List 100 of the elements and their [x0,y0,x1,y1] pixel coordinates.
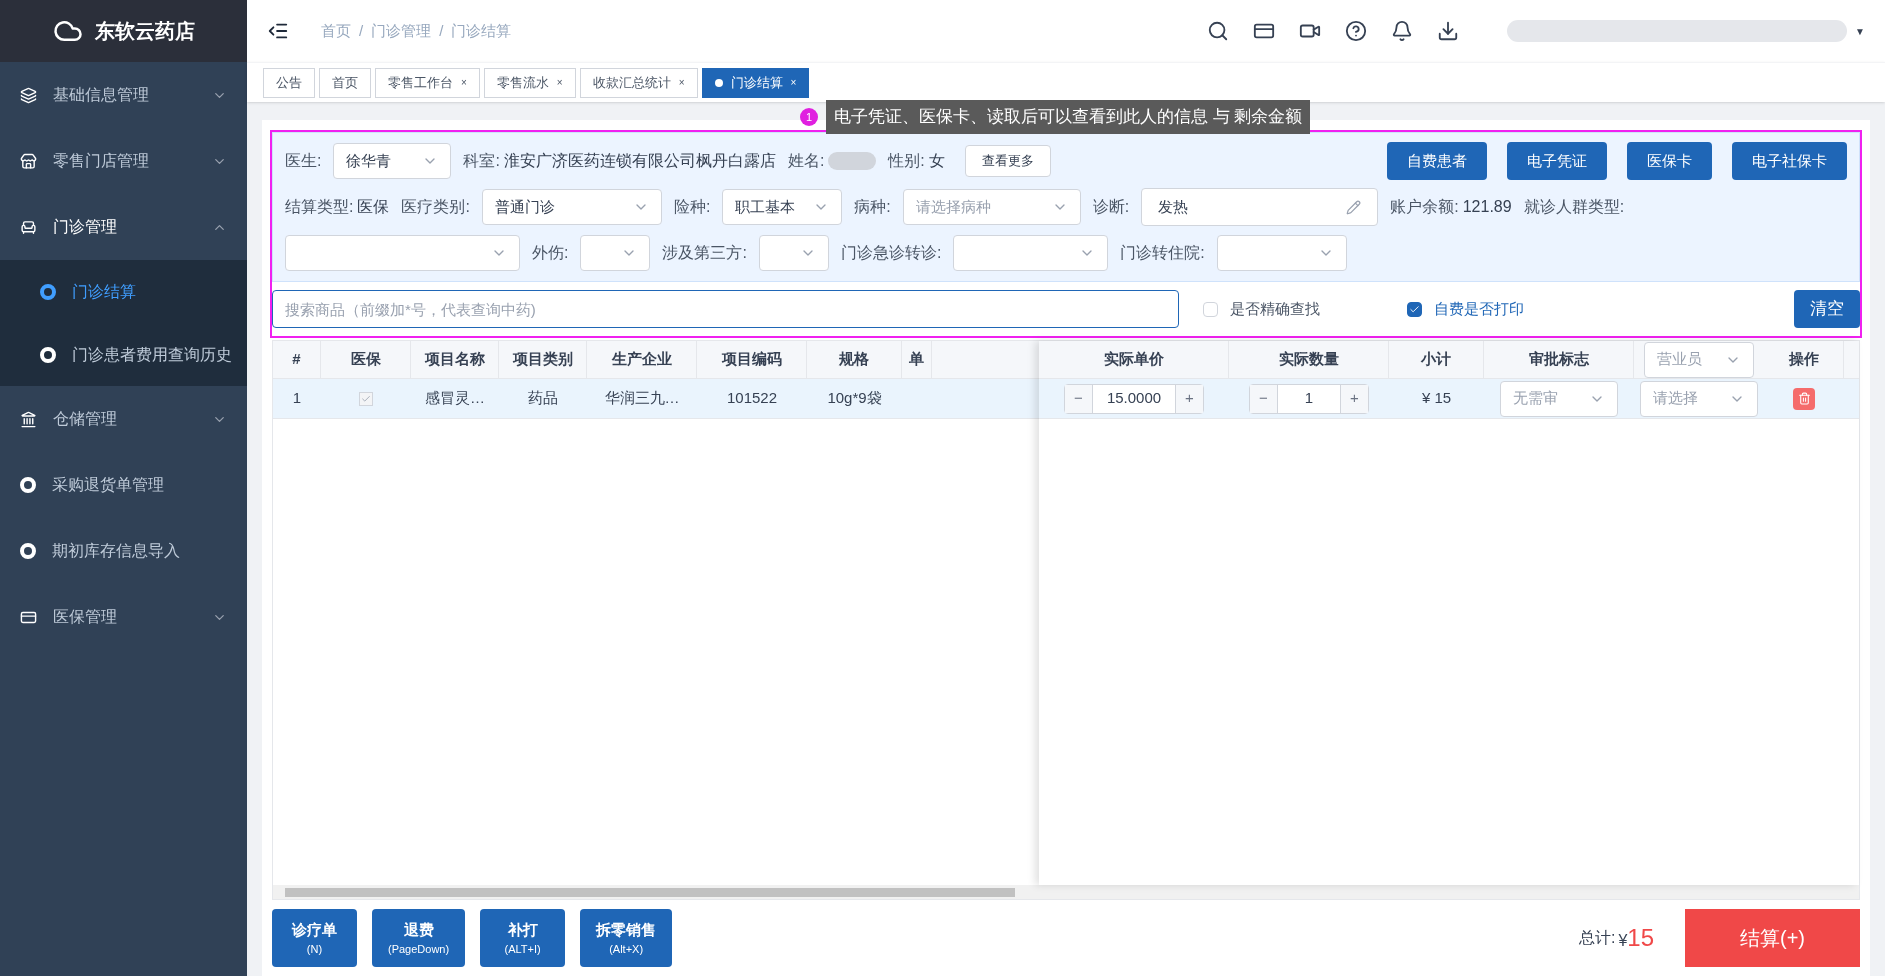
field-label: 医生: [285,151,322,171]
table-cell-text: 101522 [725,388,779,409]
gender-value: 女 [928,151,945,171]
field-label: 姓名: [787,151,825,171]
column-header: 实际单价 [1039,341,1229,378]
breadcrumb-separator: / [359,20,364,41]
field-label: 医疗类别: [401,197,470,217]
column-header: 实际数量 [1229,341,1389,378]
close-icon[interactable]: × [556,75,563,90]
submenu-item[interactable]: 门诊患者费用查询历史 [0,323,247,386]
field-label: 病种: [854,197,891,217]
card-read-button[interactable]: 自费患者 [1387,142,1487,180]
layers-icon [20,86,37,104]
number-stepper[interactable]: − 1 + [1249,383,1369,414]
card-read-button[interactable]: 医保卡 [1627,142,1712,180]
bell-icon[interactable] [1391,20,1414,42]
close-icon[interactable]: × [461,75,467,90]
brand-name: 东软云药店 [94,19,195,44]
field-label: 结算类型: [285,197,354,217]
clear-button[interactable]: 清空 [1794,290,1860,328]
page-tab[interactable]: 首页 [319,67,371,98]
action-button[interactable]: 退费 (PageDown) [372,909,466,967]
field-label: 科室: [463,151,500,171]
settle-button[interactable]: 结算(+) [1685,909,1860,967]
checkbox-label: 自费是否打印 [1434,298,1524,319]
view-more-button[interactable]: 查看更多 [964,145,1051,177]
column-header: 生产企业 [587,341,697,378]
close-icon[interactable]: × [678,75,685,90]
sidebar-item[interactable]: 医保管理 [0,584,247,650]
dept-value: 淮安广济医药连锁有限公司枫丹白露店 [503,151,776,171]
table-cell-text: 10g*9袋 [826,388,883,409]
field-label: 门诊转住院: [1120,243,1205,263]
card-read-button[interactable]: 电子社保卡 [1732,142,1847,180]
sidebar-item[interactable]: 基础信息管理 [0,62,247,128]
hint-tooltip: 电子凭证、医保卡、读取后可以查看到此人的信息 与 剩余金额 [826,100,1311,134]
table-cell-text: 华润三九… [603,388,681,409]
store-icon [20,152,37,170]
check-icon [1409,303,1420,315]
action-button[interactable]: 拆零销售 (Alt+X) [580,909,673,967]
search-field[interactable]: 搜索商品（前缀加*号，代表查询中药) [272,290,1179,328]
field-label: 涉及第三方: [662,243,747,263]
settle-type-value: 医保 [357,197,390,217]
table-cell-text: ¥ 15 [1420,388,1453,409]
column-header: 项目名称 [411,341,499,378]
trash-icon [1797,392,1811,405]
checkbox[interactable] [1407,301,1422,317]
step-badge: 1 [800,107,818,126]
submenu-item[interactable]: 门诊结算 [0,260,247,323]
table-cell-text: 1 [291,388,303,409]
bank-icon [20,410,37,428]
table-cell-text: 感冒灵… [424,388,486,409]
close-icon[interactable]: × [790,75,797,90]
sidebar-item[interactable]: 采购退货单管理 [0,452,247,518]
download-icon[interactable] [1437,20,1460,42]
breadcrumb-separator: / [439,20,444,41]
checkbox-label: 是否精确查找 [1230,298,1320,319]
ring-icon [40,283,56,300]
sidebar-item[interactable]: 门诊管理 [0,194,247,260]
page-tab[interactable]: 零售工作台 × [375,67,480,98]
column-header: 医保 [321,341,411,378]
delete-button[interactable] [1793,387,1815,410]
page-tab[interactable]: 收款汇总统计 × [579,67,698,98]
ring-icon [20,543,36,559]
field-label: 外伤: [532,243,569,263]
field-label: 账户余额: [1390,197,1459,217]
sidebar-item[interactable]: 仓储管理 [0,386,247,452]
pencil-icon [1346,199,1362,215]
sidebar-item[interactable]: 零售门店管理 [0,128,247,194]
action-button[interactable]: 补打 (ALT+I) [480,909,566,967]
ring-icon [40,346,56,363]
blurred-name [828,152,877,170]
sidebar-item[interactable]: 期初库存信息导入 [0,518,247,584]
action-button[interactable]: 诊疗单 (N) [272,909,357,967]
ring-icon [20,477,36,493]
desk-icon [20,218,37,236]
page-tab[interactable]: 公告 [263,67,315,98]
column-header: 规格 [807,341,902,378]
diagnosis-field[interactable]: 发热 [1141,188,1379,226]
field-label: 就诊人群类型: [1523,197,1625,217]
search-icon[interactable] [1207,20,1230,42]
page-tab[interactable]: 门诊结算 × [701,67,810,98]
page-tab[interactable]: 零售流水 × [483,67,576,98]
column-header: 操作 [1764,341,1844,378]
horizontal-scrollbar[interactable] [273,885,1859,899]
column-header: 小计 [1389,341,1484,378]
table-cell-text: 药品 [527,388,559,409]
total-label: 总计: [1578,928,1616,948]
column-header: 单 [902,341,932,378]
doctor-select[interactable]: 徐华青 [333,143,452,179]
help-icon[interactable] [1345,20,1368,42]
number-stepper[interactable]: − 15.0000 + [1064,383,1204,414]
field-label: 性别: [888,151,925,171]
card-read-button[interactable]: 电子凭证 [1507,142,1607,180]
medical-type-select[interactable]: 普通门诊 [481,189,662,225]
field-label: 险种: [673,197,711,217]
balance-value: 121.89 [1462,197,1512,217]
column-header: 项目编码 [697,341,807,378]
field-label: 门诊急诊转诊: [840,243,942,263]
insurance-select[interactable]: 职工基本 [722,189,843,225]
column-header: 项目类别 [499,341,587,378]
